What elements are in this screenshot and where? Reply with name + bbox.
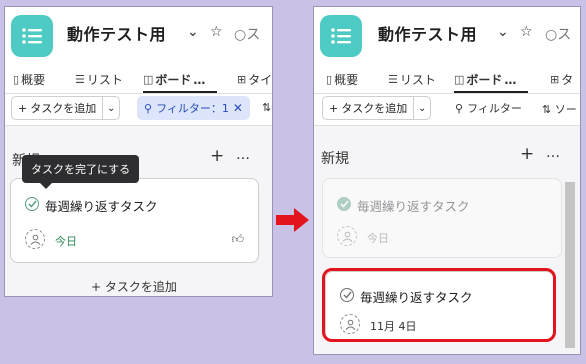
board-panel-before: 動作テスト用 ⌄ ☆ ○ス ▯ 概要 ☰ リスト ◫ ボード … ⊞ タイ + … [4, 6, 273, 297]
overview-icon: ▯ [326, 73, 333, 86]
tab-divider [5, 93, 272, 94]
column-more-icon[interactable]: … [546, 145, 561, 161]
column-title[interactable]: 新規 [321, 148, 349, 168]
scrollbar[interactable] [565, 182, 575, 348]
tab-divider [314, 93, 580, 94]
filter-icon: ⚲ [455, 101, 464, 115]
board-icon: ◫ [143, 73, 154, 86]
tab-overview[interactable]: ▯ 概要 [13, 71, 45, 88]
filter-button-active[interactable]: ⚲ フィルター：1 ✕ [137, 96, 250, 120]
tab-overview[interactable]: ▯ 概要 [326, 71, 358, 88]
task-name[interactable]: 毎週繰り返すタスク [357, 196, 470, 215]
tab-list-label: リスト [86, 73, 123, 87]
tab-list[interactable]: ☰ リスト [388, 71, 436, 88]
chevron-down-icon[interactable]: ⌄ [187, 24, 199, 40]
add-task-label: タスクを追加 [30, 102, 97, 115]
task-card[interactable]: 毎週繰り返すタスク 今日 👍︎ [10, 178, 259, 263]
plus-icon: + [329, 101, 339, 115]
tab-bar: ▯ 概要 ☰ リスト ◫ ボード … ⊞ タイ [5, 65, 272, 95]
app-list-icon[interactable] [11, 15, 53, 57]
sort-button[interactable]: ⇅ ソート [542, 101, 580, 117]
tab-overview-label: 概要 [21, 73, 46, 87]
chevron-down-icon[interactable]: ⌄ [414, 103, 430, 114]
tab-more-icon[interactable]: … [193, 73, 205, 87]
timeline-icon: ⊞ [550, 73, 560, 86]
task-name[interactable]: 毎週繰り返すタスク [45, 196, 158, 215]
project-title[interactable]: 動作テスト用 [67, 21, 166, 45]
add-task-button[interactable]: + タスクを追加 ⌄ [322, 96, 432, 120]
app-list-icon[interactable] [320, 15, 362, 57]
list-icon: ☰ [75, 73, 85, 86]
tab-board[interactable]: ◫ ボード … [143, 71, 205, 88]
completed-task-card[interactable]: 毎週繰り返すタスク 今日 [322, 178, 562, 258]
add-task-footer-label: タスクを追加 [104, 280, 177, 294]
filter-label: フィルター [467, 102, 522, 115]
tab-timeline-label: タイ [248, 73, 273, 87]
tab-list-label: リスト [399, 73, 436, 87]
chevron-down-icon[interactable]: ⌄ [103, 103, 119, 114]
plus-icon: + [18, 101, 28, 115]
thumbs-up-icon[interactable]: 👍︎ [231, 232, 244, 247]
assignee-avatar-icon[interactable] [25, 229, 45, 249]
add-column-task-icon[interactable]: + [520, 144, 534, 164]
plus-icon: + [91, 280, 105, 294]
tab-board-label: ボード [155, 73, 192, 87]
star-icon[interactable]: ☆ [520, 24, 533, 40]
filter-label: フィルター：1 [156, 102, 229, 115]
status-fragment[interactable]: ○ス [234, 24, 260, 44]
add-task-footer[interactable]: + タスクを追加 [91, 278, 177, 295]
add-column-task-icon[interactable]: + [210, 146, 224, 166]
arrow-right-icon [276, 208, 309, 232]
column-more-icon[interactable]: … [236, 147, 251, 163]
check-circle-filled-icon[interactable] [337, 197, 351, 211]
clear-filter-icon[interactable]: ✕ [233, 101, 243, 115]
add-task-button[interactable]: + タスクを追加 ⌄ [11, 96, 121, 120]
filter-button[interactable]: ⚲ フィルター [448, 96, 529, 120]
complete-task-tooltip: タスクを完了にする [22, 155, 140, 189]
list-icon: ☰ [388, 73, 398, 86]
sort-label: ソート [554, 103, 580, 116]
tab-timeline[interactable]: ⊞ タイ [237, 71, 272, 88]
sort-icon: ⇅ [542, 103, 555, 116]
assignee-avatar-icon[interactable] [337, 226, 357, 246]
tab-board[interactable]: ◫ ボード … [454, 71, 516, 88]
tab-more-icon[interactable]: … [504, 73, 516, 87]
tab-board-label: ボード [466, 73, 503, 87]
board-icon: ◫ [454, 73, 465, 86]
due-date[interactable]: 今日 [55, 233, 77, 249]
star-icon[interactable]: ☆ [210, 24, 223, 40]
sort-icon[interactable]: ⇅ [262, 101, 271, 114]
due-date[interactable]: 今日 [367, 230, 389, 246]
tab-list[interactable]: ☰ リスト [75, 71, 123, 88]
overview-icon: ▯ [13, 73, 20, 86]
chevron-down-icon[interactable]: ⌄ [497, 24, 509, 40]
add-task-label: タスクを追加 [341, 102, 408, 115]
tab-bar: ▯ 概要 ☰ リスト ◫ ボード … ⊞ タ [314, 65, 580, 95]
highlight-frame [322, 268, 556, 342]
filter-icon: ⚲ [144, 101, 153, 115]
tab-timeline-label: タ [561, 73, 574, 87]
project-title[interactable]: 動作テスト用 [378, 21, 477, 45]
tab-timeline[interactable]: ⊞ タ [550, 71, 573, 88]
timeline-icon: ⊞ [237, 73, 247, 86]
check-circle-icon[interactable] [25, 197, 39, 211]
tab-overview-label: 概要 [334, 73, 359, 87]
status-fragment[interactable]: ○ス [545, 24, 571, 44]
